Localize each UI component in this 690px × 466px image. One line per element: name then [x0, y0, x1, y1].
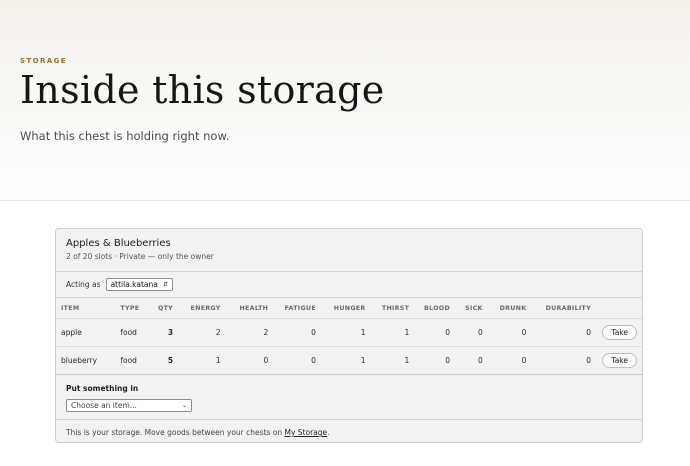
cell-hunger: 1 — [320, 346, 371, 375]
cell-fatigue: 0 — [273, 318, 321, 347]
cell-type: food — [115, 318, 153, 347]
storage-meta: 2 of 20 slots · Private — only the owner — [66, 252, 214, 261]
col-qty: QTY — [152, 298, 179, 319]
take-button[interactable]: Take — [602, 325, 637, 340]
storage-panel: Apples & Blueberries 2 of 20 slots · Pri… — [55, 228, 643, 443]
cell-hunger: 1 — [320, 318, 371, 347]
cell-drunk: 0 — [487, 318, 532, 347]
storage-name: Apples & Blueberries — [66, 238, 171, 249]
cell-durability: 0 — [531, 318, 596, 347]
cell-thirst: 1 — [370, 346, 415, 375]
my-storage-link[interactable]: My Storage — [285, 428, 328, 437]
storage-header: Apples & Blueberries 2 of 20 slots · Pri… — [56, 229, 642, 272]
footer-text: This is your storage. Move goods between… — [66, 428, 283, 437]
take-button[interactable]: Take — [602, 353, 637, 368]
cell-health: 2 — [225, 318, 274, 347]
put-item-section: Put something in Choose an item... ⌄ — [56, 375, 642, 420]
col-sick: SICK — [455, 298, 488, 319]
cell-item: apple — [56, 318, 116, 347]
storage-footer: This is your storage. Move goods between… — [56, 420, 642, 437]
cell-health: 0 — [225, 346, 274, 375]
col-fatigue: FATIGUE — [273, 298, 321, 319]
cell-qty: 5 — [152, 346, 179, 375]
cell-item: blueberry — [56, 346, 116, 375]
acting-as-row: Acting as attila.katana ⇵ — [56, 272, 642, 298]
page-title: Inside this storage — [20, 68, 385, 112]
put-item-select[interactable]: Choose an item... ⌄ — [66, 399, 192, 412]
col-action — [595, 298, 642, 319]
col-durability: DURABILITY — [531, 298, 596, 319]
cell-action: Take — [595, 318, 642, 347]
cell-energy: 1 — [178, 346, 226, 375]
cell-drunk: 0 — [487, 346, 532, 375]
table-row: blueberry food 5 1 0 0 1 1 0 0 0 0 Take — [56, 346, 642, 375]
col-energy: ENERGY — [178, 298, 226, 319]
col-health: HEALTH — [225, 298, 274, 319]
col-thirst: THIRST — [370, 298, 415, 319]
cell-energy: 2 — [178, 318, 226, 347]
cell-blood: 0 — [414, 346, 455, 375]
footer-end: . — [327, 428, 330, 437]
acting-as-select[interactable]: attila.katana ⇵ — [105, 278, 173, 291]
cell-thirst: 1 — [370, 318, 415, 347]
cell-fatigue: 0 — [273, 346, 321, 375]
chevron-down-icon: ⌄ — [181, 402, 187, 409]
cell-action: Take — [595, 346, 642, 375]
hero-header: STORAGE Inside this storage What this ch… — [0, 0, 690, 201]
col-type: TYPE — [115, 298, 153, 319]
acting-as-value: attila.katana — [110, 280, 158, 289]
col-hunger: HUNGER — [320, 298, 371, 319]
cell-sick: 0 — [455, 346, 488, 375]
put-item-placeholder: Choose an item... — [71, 401, 137, 410]
col-item: ITEM — [56, 298, 116, 319]
inventory-table: ITEM TYPE QTY ENERGY HEALTH FATIGUE HUNG… — [56, 298, 642, 375]
table-row: apple food 3 2 2 0 1 1 0 0 0 0 Take — [56, 318, 642, 347]
col-drunk: DRUNK — [487, 298, 532, 319]
cell-sick: 0 — [455, 318, 488, 347]
page-subtitle: What this chest is holding right now. — [20, 129, 230, 143]
cell-type: food — [115, 346, 153, 375]
table-header-row: ITEM TYPE QTY ENERGY HEALTH FATIGUE HUNG… — [56, 298, 642, 319]
eyebrow-label: STORAGE — [20, 57, 67, 65]
cell-blood: 0 — [414, 318, 455, 347]
acting-as-label: Acting as — [66, 280, 101, 289]
col-blood: BLOOD — [414, 298, 455, 319]
chevron-updown-icon: ⇵ — [162, 281, 168, 288]
cell-durability: 0 — [531, 346, 596, 375]
put-item-label: Put something in — [66, 384, 139, 393]
cell-qty: 3 — [152, 318, 179, 347]
